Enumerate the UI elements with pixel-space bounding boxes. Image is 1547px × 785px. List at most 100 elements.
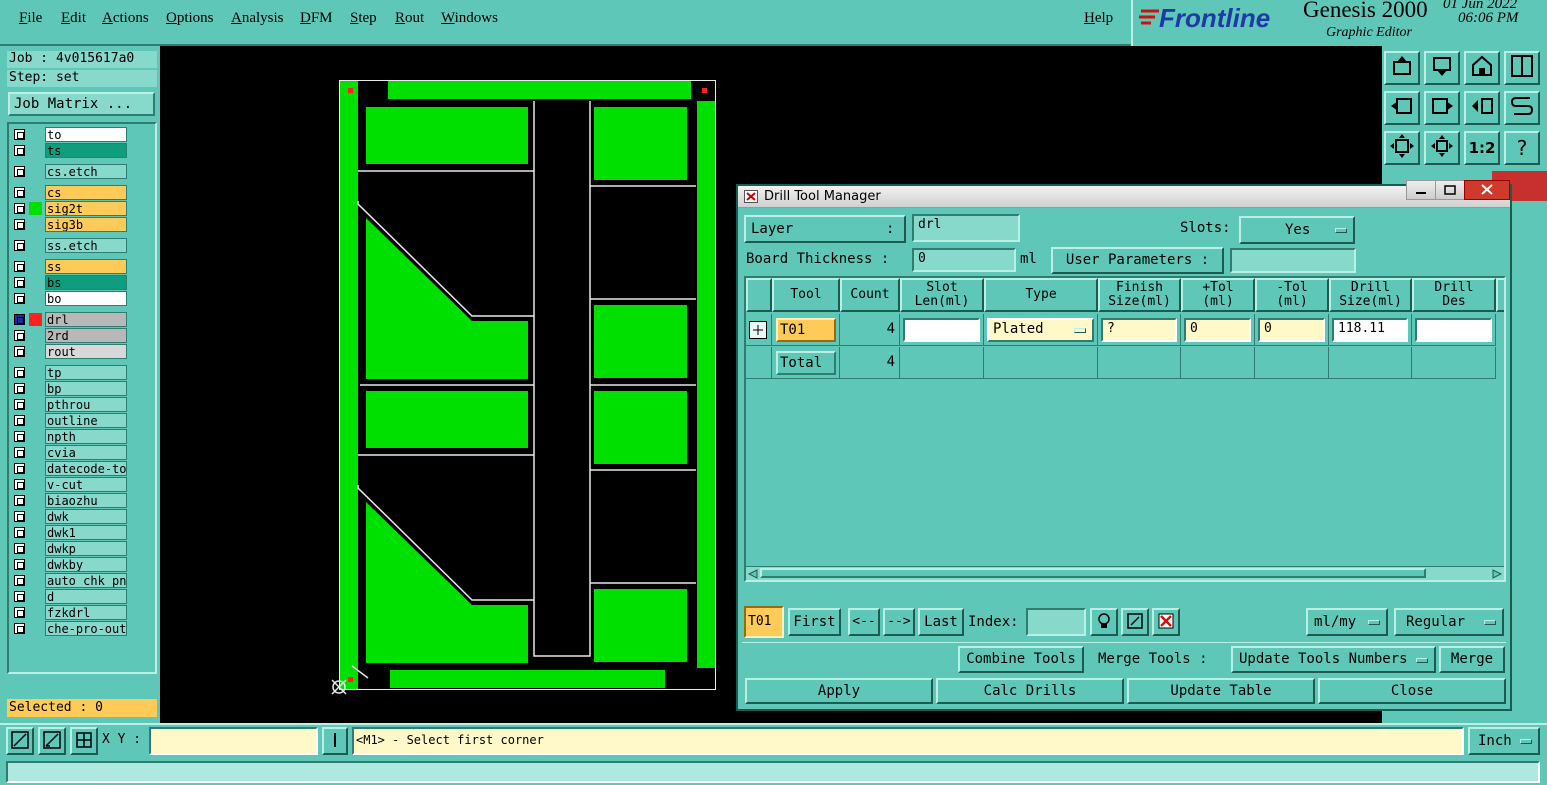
menu-windows[interactable]: Windows [441, 10, 498, 27]
layer-row-pthrou[interactable]: pthrou [11, 397, 129, 412]
layer-row-tp[interactable]: tp [11, 365, 129, 380]
layer-checkbox[interactable] [14, 129, 25, 140]
user-parameters-button[interactable]: User Parameters : [1051, 247, 1224, 274]
layer-work-indicator[interactable] [29, 366, 42, 379]
layer-checkbox[interactable] [14, 575, 25, 586]
menu-step[interactable]: Step [350, 10, 377, 27]
menu-rout[interactable]: Rout [395, 10, 424, 27]
layer-row-dwkby[interactable]: dwkby [11, 557, 129, 572]
pan-right-icon[interactable] [1424, 91, 1460, 125]
units-selector[interactable]: Inch [1468, 727, 1540, 755]
drill-des-input[interactable] [1415, 318, 1492, 342]
layer-checkbox[interactable] [14, 447, 25, 458]
scroll-left-icon[interactable] [747, 568, 758, 580]
layer-work-indicator[interactable] [29, 128, 42, 141]
bulb-icon[interactable] [1090, 608, 1118, 636]
layer-work-indicator[interactable] [29, 414, 42, 427]
menu-analysis[interactable]: Analysis [231, 10, 284, 27]
row-select-cell[interactable] [746, 314, 772, 346]
calc-drills-button[interactable]: Calc Drills [936, 678, 1124, 704]
close-button[interactable]: Close [1318, 678, 1506, 704]
layer-checkbox[interactable] [14, 527, 25, 538]
layer-checkbox[interactable] [14, 591, 25, 602]
layer-name[interactable]: v-cut [45, 477, 127, 492]
maximize-icon[interactable] [1435, 180, 1465, 200]
xy-input[interactable] [149, 727, 318, 755]
layer-name[interactable]: outline [45, 413, 127, 428]
layer-checkbox[interactable] [14, 261, 25, 272]
layer-work-indicator[interactable] [29, 186, 42, 199]
layer-checkbox[interactable] [14, 479, 25, 490]
board-thickness-field[interactable]: 0 [912, 248, 1016, 272]
layer-name[interactable]: tp [45, 365, 127, 380]
slot-len-input[interactable] [903, 318, 980, 342]
layer-work-indicator[interactable] [29, 276, 42, 289]
layer-row-rout[interactable]: rout [11, 344, 129, 359]
layer-row-cs.etch[interactable]: cs.etch [11, 164, 129, 179]
menu-options[interactable]: Options [166, 10, 214, 27]
layer-work-indicator[interactable] [29, 329, 42, 342]
layer-row-bo[interactable]: bo [11, 291, 129, 306]
layer-work-indicator[interactable] [29, 292, 42, 305]
cell-drill-des[interactable] [1412, 314, 1496, 346]
layer-work-indicator[interactable] [29, 430, 42, 443]
layer-work-indicator[interactable] [29, 144, 42, 157]
layer-checkbox[interactable] [14, 203, 25, 214]
layer-checkbox[interactable] [14, 415, 25, 426]
layer-name[interactable]: to [45, 127, 127, 142]
home-icon[interactable] [1464, 51, 1500, 85]
layer-checkbox[interactable] [14, 145, 25, 156]
layer-work-indicator[interactable] [29, 345, 42, 358]
layer-checkbox[interactable] [14, 383, 25, 394]
layer-up-icon[interactable] [1384, 51, 1420, 85]
ratio-icon[interactable]: 1:2 [1464, 131, 1500, 165]
layer-checkbox[interactable] [14, 240, 25, 251]
minus-tol-input[interactable]: 0 [1258, 318, 1325, 342]
layer-row-2rd[interactable]: 2rd [11, 328, 129, 343]
layer-checkbox[interactable] [14, 330, 25, 341]
layer-work-indicator[interactable] [29, 313, 42, 326]
menu-file[interactable]: File [19, 10, 42, 27]
cell-minus-tol[interactable]: 0 [1255, 314, 1329, 346]
layer-row-d[interactable]: d [11, 589, 129, 604]
combine-tools-button[interactable]: Combine Tools [958, 646, 1084, 673]
layer-name[interactable]: dwk [45, 509, 127, 524]
slots-dropdown[interactable]: Yes [1239, 216, 1355, 244]
cell-slot-len[interactable] [900, 314, 984, 346]
layer-work-indicator[interactable] [29, 494, 42, 507]
merge-option-dropdown[interactable]: Update Tools Numbers [1231, 646, 1436, 673]
scroll-right-icon[interactable] [1492, 568, 1503, 580]
layer-name[interactable]: ts [45, 143, 127, 158]
layer-name[interactable]: che-pro-out [45, 621, 127, 636]
layer-checkbox[interactable] [14, 543, 25, 554]
layer-row-to[interactable]: to [11, 127, 129, 142]
layer-row-che-pro-out[interactable]: che-pro-out [11, 621, 129, 636]
layer-row-drl[interactable]: drl [11, 312, 129, 327]
layer-name[interactable]: biaozhu [45, 493, 127, 508]
zoom-window-icon[interactable] [6, 727, 34, 755]
layer-row-npth[interactable]: npth [11, 429, 129, 444]
cell-tool[interactable]: T01 [772, 314, 840, 346]
layer-row-bs[interactable]: bs [11, 275, 129, 290]
layer-work-indicator[interactable] [29, 526, 42, 539]
layer-row-ss[interactable]: ss [11, 259, 129, 274]
layer-row-sig2t[interactable]: sig2t [11, 201, 129, 216]
layer-name[interactable]: ss [45, 259, 127, 274]
next-button[interactable]: --> [883, 608, 915, 636]
zoom-center-icon[interactable] [1424, 131, 1460, 165]
first-button[interactable]: First [788, 608, 841, 636]
layer-work-indicator[interactable] [29, 462, 42, 475]
mode-dropdown[interactable]: Regular [1394, 608, 1504, 636]
layer-work-indicator[interactable] [29, 260, 42, 273]
apply-button[interactable]: Apply [745, 678, 933, 704]
layer-row-v-cut[interactable]: v-cut [11, 477, 129, 492]
layer-name[interactable]: auto_chk_pnl [45, 573, 127, 588]
merge-button[interactable]: Merge [1439, 646, 1505, 673]
plus-tol-input[interactable]: 0 [1184, 318, 1251, 342]
layer-name[interactable]: fzkdrl [45, 605, 127, 620]
layer-name[interactable]: bs [45, 275, 127, 290]
layer-name[interactable]: cs [45, 185, 127, 200]
xy-cursor-icon[interactable] [322, 727, 348, 755]
minimize-icon[interactable] [1406, 180, 1436, 200]
update-table-button[interactable]: Update Table [1127, 678, 1315, 704]
